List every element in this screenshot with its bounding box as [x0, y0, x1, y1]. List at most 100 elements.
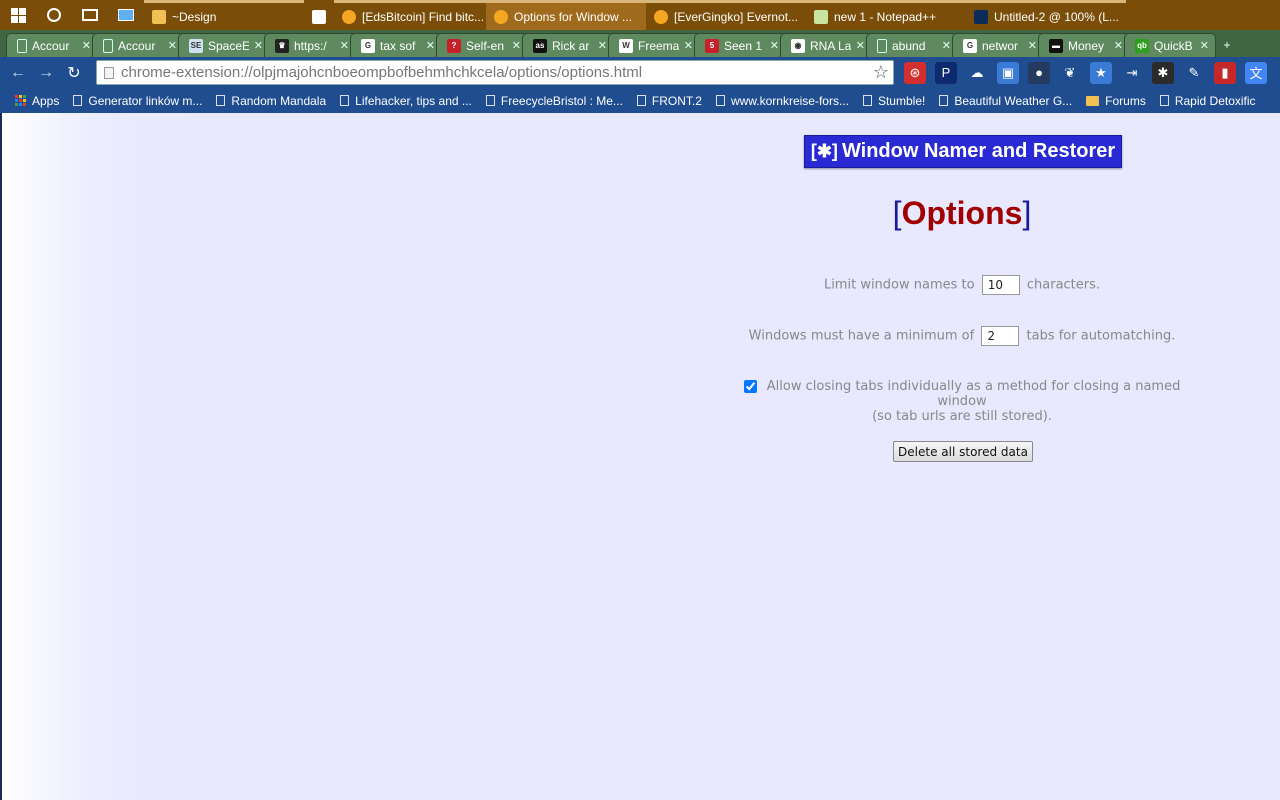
bookmark-item[interactable]: FRONT.2 — [630, 94, 709, 108]
browser-tab[interactable]: ♛ https:/ ✕ — [264, 33, 356, 57]
desktop-app-button[interactable] — [108, 0, 144, 30]
allow-closing-checkbox[interactable] — [743, 380, 757, 393]
window-namer-icon[interactable]: ✱ — [1152, 61, 1174, 84]
evernote-icon[interactable]: ❦ — [1059, 61, 1081, 84]
bookmark-apps[interactable]: Apps — [8, 94, 66, 108]
bookmark-item[interactable]: www.kornkreise-fors... — [709, 94, 856, 108]
browser-tab[interactable]: ? Self-en ✕ — [436, 33, 528, 57]
tab-close-icon[interactable]: ✕ — [1200, 39, 1209, 52]
money-icon: ▬ — [1049, 38, 1063, 53]
tab-close-icon[interactable]: ✕ — [598, 39, 607, 52]
cloud-icon[interactable]: ☁ — [966, 61, 988, 84]
tab-close-icon[interactable]: ✕ — [254, 39, 263, 52]
pocket-p-icon[interactable]: P — [935, 61, 957, 84]
browser-tab[interactable]: ▬ Money ✕ — [1038, 33, 1130, 57]
taskbar-app-label: new 1 - Notepad++ — [834, 9, 937, 24]
chrome-icon — [494, 9, 508, 24]
tab-close-icon[interactable]: ✕ — [856, 39, 865, 52]
browser-tab[interactable]: qb QuickB ✕ — [1124, 33, 1216, 57]
start-button[interactable] — [0, 0, 36, 30]
wikipedia-icon: W — [619, 38, 633, 53]
taskbar-app[interactable]: new 1 - Notepad++ — [806, 0, 966, 30]
document-icon — [877, 38, 887, 53]
bookmark-item[interactable]: Lifehacker, tips and ... — [333, 94, 479, 108]
reload-button[interactable]: ↻ — [60, 59, 88, 87]
browser-tab[interactable]: ◉ RNA La ✕ — [780, 33, 872, 57]
arrow-in-icon[interactable]: ⇥ — [1121, 61, 1143, 84]
address-bar[interactable]: chrome-extension://olpjmajohcnboeompbofb… — [96, 60, 894, 85]
ghost-icon[interactable]: ● — [1028, 61, 1050, 84]
bookmark-star-icon[interactable]: ☆ — [873, 62, 889, 83]
bookmark-item[interactable]: Stumble! — [856, 94, 932, 108]
allow-closing-label: Allow closing tabs individually as a met… — [766, 379, 1181, 409]
taskbar-app[interactable]: ~Design — [144, 0, 304, 30]
tab-close-icon[interactable]: ✕ — [1114, 39, 1123, 52]
address-url: chrome-extension://olpjmajohcnboeompbofb… — [121, 64, 643, 81]
browser-tab[interactable]: as Rick ar ✕ — [522, 33, 614, 57]
translate-icon[interactable]: 文 — [1245, 61, 1267, 84]
browser-tab[interactable]: Accour ✕ — [92, 33, 184, 57]
tab-title: Money — [1068, 38, 1105, 53]
tab-close-icon[interactable]: ✕ — [512, 39, 521, 52]
bookmark-label: Beautiful Weather G... — [954, 93, 1073, 108]
tab-close-icon[interactable]: ✕ — [82, 39, 91, 52]
browser-tab[interactable]: W Freema ✕ — [608, 33, 700, 57]
tab-close-icon[interactable]: ✕ — [168, 39, 177, 52]
bookmark-item[interactable]: Beautiful Weather G... — [932, 94, 1079, 108]
browser-tab[interactable]: Gtax sof ✕ — [350, 33, 442, 57]
name-limit-input[interactable] — [981, 275, 1020, 295]
reload-icon: ↻ — [67, 64, 81, 82]
bookmark-label: Random Mandala — [231, 93, 327, 108]
photoshop-icon — [974, 9, 988, 24]
taskbar-app[interactable] — [304, 0, 334, 30]
tab-close-icon[interactable]: ✕ — [1028, 39, 1037, 52]
browser-tab[interactable]: SE SpaceE ✕ — [178, 33, 270, 57]
bookmark-item[interactable]: FreecycleBristol : Me... — [479, 94, 630, 108]
delete-all-data-button[interactable]: Delete all stored data — [893, 441, 1033, 462]
forward-button[interactable]: → — [32, 59, 60, 87]
arrow-left-icon: ← — [10, 63, 26, 81]
store-icon — [312, 9, 326, 24]
bookmark-label: Rapid Detoxific — [1174, 93, 1256, 108]
bookmark-item[interactable]: Random Mandala — [209, 94, 333, 108]
bookmark-label: Lifehacker, tips and ... — [355, 93, 472, 108]
browser-tab[interactable]: Accour ✕ — [6, 33, 98, 57]
bookmark-item[interactable]: Rapid Detoxific — [1153, 94, 1263, 108]
task-view-button[interactable] — [72, 0, 108, 30]
back-button[interactable]: ← — [4, 59, 32, 87]
tab-close-icon[interactable]: ✕ — [340, 39, 349, 52]
monitor-icon — [118, 9, 134, 21]
tab-title: Seen 1 — [724, 38, 763, 53]
taskbar-app[interactable]: Untitled-2 @ 100% (L... — [966, 0, 1126, 30]
extension-icons: ⊛ P ☁ ▣ ● ❦ ★ ⇥ ✱ ✎ ▮ 文 — [904, 61, 1267, 84]
browser-tab[interactable]: Gnetwor ✕ — [952, 33, 1044, 57]
options-page: [✱] Window Namer and Restorer [Options] … — [0, 113, 1280, 800]
taskbar-app[interactable]: Options for Window ... — [486, 0, 646, 30]
tab-close-icon[interactable]: ✕ — [684, 39, 693, 52]
document-icon — [17, 38, 27, 53]
window-icon[interactable]: ▣ — [997, 61, 1019, 84]
browser-tab[interactable]: abund ✕ — [866, 33, 958, 57]
taskbar-app[interactable]: [EverGingko] Evernot... — [646, 0, 806, 30]
google-icon: G — [361, 38, 375, 53]
tab-close-icon[interactable]: ✕ — [942, 39, 951, 52]
min-tabs-input[interactable] — [981, 326, 1020, 346]
tab-title: https:/ — [294, 38, 327, 53]
title-open-bracket: [ — [892, 195, 902, 231]
taskbar-app[interactable]: [EdsBitcoin] Find bitc... — [334, 0, 486, 30]
quickbooks-icon: qb — [1135, 38, 1149, 53]
tab-close-icon[interactable]: ✕ — [426, 39, 435, 52]
star-badge-icon[interactable]: ★ — [1090, 61, 1112, 84]
task-view-icon — [82, 9, 98, 21]
bookmark-item[interactable]: Generator linków m... — [66, 94, 209, 108]
tab-close-icon[interactable]: ✕ — [770, 39, 779, 52]
bookmark-item[interactable]: Forums — [1079, 94, 1153, 108]
cortana-button[interactable] — [36, 0, 72, 30]
notepad-edit-icon[interactable]: ✎ — [1183, 61, 1205, 84]
new-tab-button[interactable]: + — [1218, 33, 1236, 57]
page-icon — [939, 95, 949, 106]
browser-tab[interactable]: 5 Seen 1 ✕ — [694, 33, 786, 57]
red-book-icon[interactable]: ▮ — [1214, 61, 1236, 84]
lastpass-icon[interactable]: ⊛ — [904, 61, 926, 84]
bookmark-label: Generator linków m... — [88, 93, 203, 108]
